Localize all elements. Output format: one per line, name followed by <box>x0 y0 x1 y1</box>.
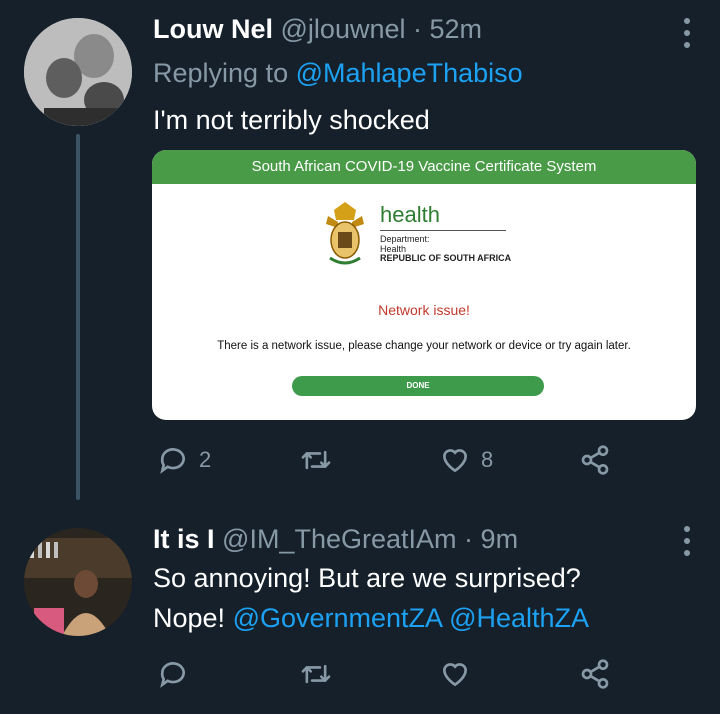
country-label: REPUBLIC OF SOUTH AFRICA <box>380 253 512 263</box>
tweet-header: Louw Nel @jlouwnel · 52m <box>153 12 482 46</box>
like-icon <box>442 449 468 473</box>
display-name[interactable]: It is I <box>153 524 215 554</box>
divider <box>380 230 506 231</box>
health-logo: health Department: Health REPUBLIC OF SO… <box>320 198 540 270</box>
reply-button[interactable] <box>157 654 189 694</box>
timestamp[interactable]: 9m <box>481 524 519 554</box>
retweet-button[interactable] <box>299 440 333 480</box>
reply-icon <box>160 448 185 474</box>
mention-link[interactable]: @GovernmentZA <box>233 603 442 633</box>
tweet-header: It is I @IM_TheGreatIAm · 9m <box>153 522 518 556</box>
like-count: 8 <box>481 447 494 472</box>
retweet-icon <box>301 664 331 684</box>
mention-link[interactable]: @HealthZA <box>449 603 589 633</box>
avatar[interactable] <box>24 18 132 126</box>
tweet[interactable]: It is I @IM_TheGreatIAm · 9m So annoying… <box>0 500 720 714</box>
more-icon[interactable] <box>682 526 692 556</box>
reply-count: 2 <box>199 447 212 472</box>
share-icon <box>581 445 609 475</box>
retweet-icon <box>301 450 331 470</box>
card-header: South African COVID-19 Vaccine Certifica… <box>152 150 696 184</box>
separator: · <box>464 524 474 554</box>
reply-icon <box>160 662 185 688</box>
tweet-actions <box>153 654 623 694</box>
share-button[interactable] <box>579 654 611 694</box>
tweet-text: I'm not terribly shocked <box>153 105 430 135</box>
department-label: Department: Health <box>380 234 430 254</box>
separator: · <box>413 14 422 44</box>
done-button: DONE <box>292 376 544 396</box>
more-icon[interactable] <box>682 18 692 48</box>
like-button[interactable]: 8 <box>439 440 493 480</box>
error-title: Network issue! <box>378 302 470 318</box>
like-icon <box>442 663 468 687</box>
error-message: There is a network issue, please change … <box>217 340 631 352</box>
coat-of-arms-icon <box>326 202 364 265</box>
tweet-text: So annoying! But are we surprised? Nope!… <box>153 558 589 638</box>
share-icon <box>581 659 609 689</box>
display-name[interactable]: Louw Nel <box>153 14 273 44</box>
mention-link[interactable]: @MahlapeThabiso <box>296 58 523 88</box>
reply-button[interactable]: 2 <box>157 440 211 480</box>
tweet-text-line: Nope! @GovernmentZA @HealthZA <box>153 603 590 633</box>
avatar[interactable] <box>24 528 132 636</box>
tweet-actions: 2 8 <box>153 440 623 480</box>
timestamp[interactable]: 52m <box>430 14 483 44</box>
user-handle[interactable]: @jlouwnel <box>281 14 406 44</box>
tweet[interactable]: Louw Nel @jlouwnel · 52m Replying to @Ma… <box>0 0 720 500</box>
replying-to: Replying to @MahlapeThabiso <box>153 56 523 90</box>
health-wordmark: health <box>380 202 440 227</box>
tweet-text-line: So annoying! But are we surprised? <box>153 563 581 593</box>
retweet-button[interactable] <box>299 654 333 694</box>
user-handle[interactable]: @IM_TheGreatIAm <box>222 524 456 554</box>
replying-prefix: Replying to <box>153 58 289 88</box>
embedded-image[interactable]: South African COVID-19 Vaccine Certifica… <box>152 150 696 420</box>
thread-line <box>76 134 80 500</box>
like-button[interactable] <box>439 654 471 694</box>
share-button[interactable] <box>579 440 611 480</box>
